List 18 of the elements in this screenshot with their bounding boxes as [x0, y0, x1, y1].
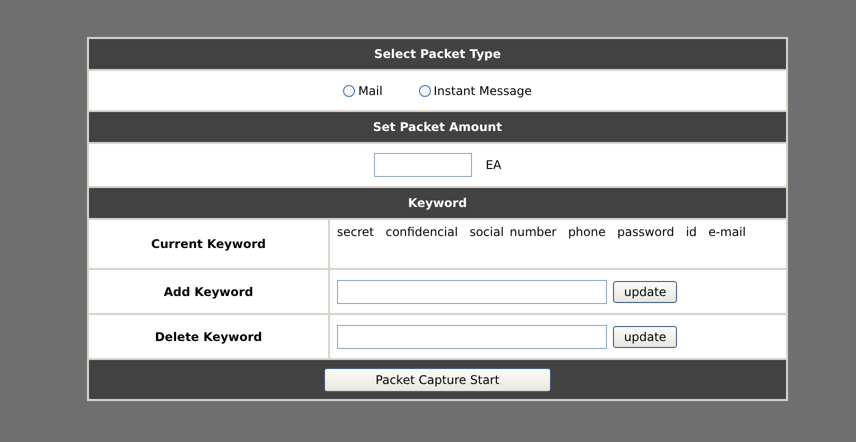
- update-button[interactable]: update: [613, 326, 678, 348]
- update-button[interactable]: update: [613, 280, 678, 302]
- keyword-list: secret confidencial social number phone password id e-mail: [337, 226, 779, 239]
- row-label: Delete Keyword: [89, 315, 330, 358]
- keyword-field[interactable]: [337, 280, 607, 304]
- row-label: Add Keyword: [89, 270, 330, 313]
- amount-field[interactable]: [374, 153, 472, 177]
- start-button[interactable]: Packet Capture Start: [324, 368, 551, 392]
- keyword-field[interactable]: [337, 324, 607, 348]
- unit-label: EA: [486, 158, 502, 172]
- section-header: Keyword: [89, 188, 786, 220]
- row-label: Current Keyword: [89, 220, 330, 268]
- radio-button[interactable]: [418, 84, 431, 96]
- radio-label[interactable]: Instant Message: [434, 84, 532, 98]
- radio-label[interactable]: Mail: [358, 84, 383, 98]
- radio-button[interactable]: [343, 84, 356, 96]
- section-header: Select Packet Type: [89, 39, 786, 71]
- section-header: Set Packet Amount: [89, 112, 786, 144]
